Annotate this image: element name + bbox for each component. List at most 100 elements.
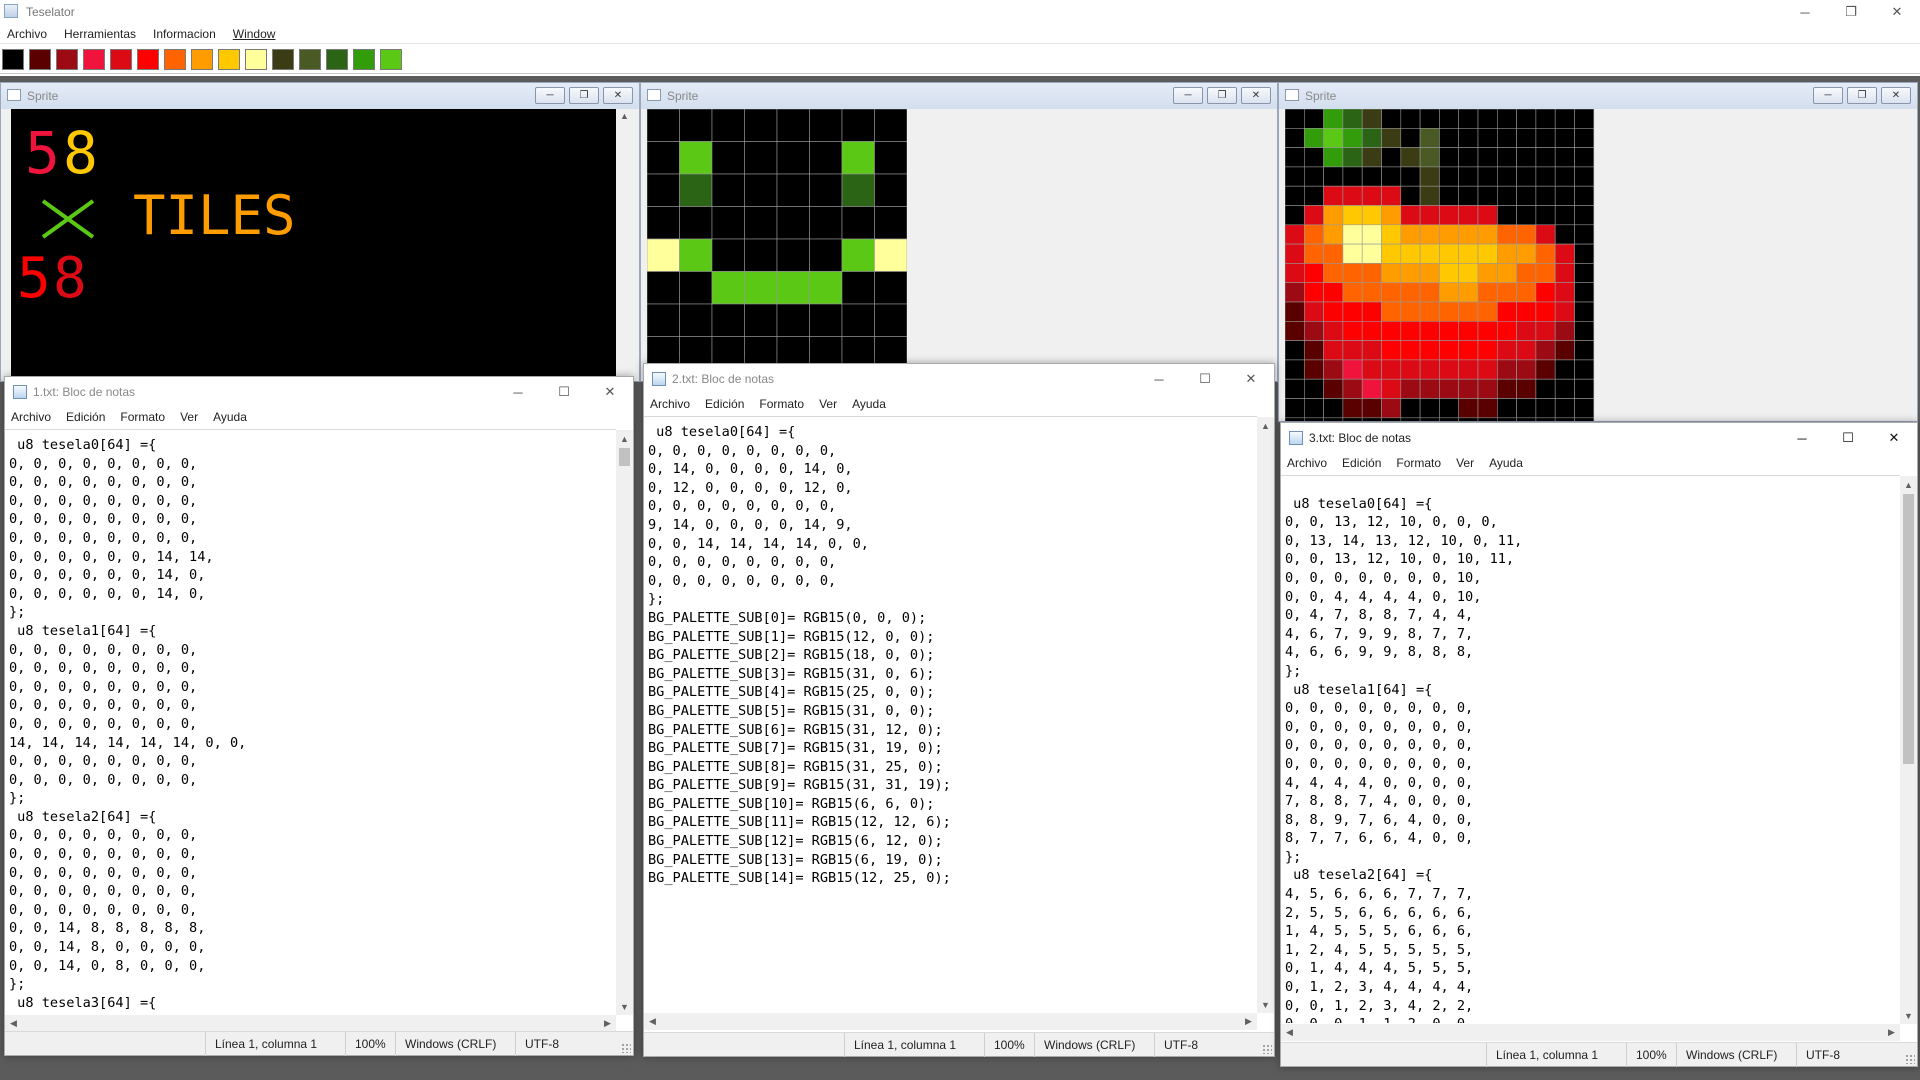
grid-cell[interactable] <box>711 271 745 305</box>
grid-cell[interactable] <box>1342 359 1363 380</box>
grid-cell[interactable] <box>744 173 778 207</box>
grid-cell[interactable] <box>1303 109 1324 129</box>
grid-cell[interactable] <box>1458 378 1479 399</box>
grid-cell[interactable] <box>1400 282 1421 303</box>
grid-cell[interactable] <box>1400 205 1421 226</box>
grid-cell[interactable] <box>1477 301 1498 322</box>
grid-cell[interactable] <box>776 206 810 240</box>
grid-cell[interactable] <box>809 303 843 337</box>
sprite-close-button[interactable]: ✕ <box>603 87 633 104</box>
grid-cell[interactable] <box>1458 147 1479 168</box>
grid-cell[interactable] <box>1439 166 1459 187</box>
grid-cell[interactable] <box>1554 321 1575 341</box>
grid-cell[interactable] <box>647 271 680 305</box>
grid-cell[interactable] <box>1285 359 1305 380</box>
grid-cell[interactable] <box>1439 243 1459 264</box>
grid-cell[interactable] <box>1439 301 1459 322</box>
grid-cell[interactable] <box>1497 263 1517 283</box>
scroll-left-icon[interactable]: ◀ <box>5 1015 22 1032</box>
grid-cell[interactable] <box>1439 205 1459 226</box>
notepad-minimize-button[interactable]: ─ <box>495 377 541 407</box>
sprite-restore-button[interactable]: ❐ <box>569 87 599 104</box>
grid-cell[interactable] <box>1516 340 1537 361</box>
grid-cell[interactable] <box>1419 185 1440 206</box>
grid-cell[interactable] <box>1323 321 1344 341</box>
grid-cell[interactable] <box>1419 127 1440 148</box>
grid-cell[interactable] <box>1285 301 1305 322</box>
grid-cell[interactable] <box>1381 378 1402 399</box>
grid-cell[interactable] <box>1574 166 1595 187</box>
palette-swatch-2[interactable] <box>56 49 78 70</box>
grid-cell[interactable] <box>1516 378 1537 399</box>
grid-cell[interactable] <box>1516 185 1537 206</box>
sprite-minimize-button[interactable]: ─ <box>1813 87 1843 104</box>
grid-cell[interactable] <box>1477 147 1498 168</box>
grid-cell[interactable] <box>1458 359 1479 380</box>
grid-cell[interactable] <box>776 141 810 175</box>
palette-swatch-9[interactable] <box>245 49 267 70</box>
menu-ayuda[interactable]: Ayuda <box>846 397 895 411</box>
grid-cell[interactable] <box>1342 340 1363 361</box>
grid-cell[interactable] <box>1381 224 1402 245</box>
grid-cell[interactable] <box>1516 263 1537 283</box>
grid-cell[interactable] <box>1554 417 1575 421</box>
grid-cell[interactable] <box>809 206 843 240</box>
grid-cell[interactable] <box>1342 398 1363 419</box>
grid-cell[interactable] <box>1400 224 1421 245</box>
grid-cell[interactable] <box>1419 109 1440 129</box>
grid-cell[interactable] <box>647 238 680 272</box>
grid-cell[interactable] <box>1439 224 1459 245</box>
menu-informacion[interactable]: Informacion <box>146 27 226 41</box>
grid-cell[interactable] <box>1516 109 1537 129</box>
grid-cell[interactable] <box>1535 263 1556 283</box>
scroll-down-icon[interactable]: ▼ <box>1900 1007 1917 1024</box>
grid-cell[interactable] <box>1361 282 1382 303</box>
resize-grip-icon[interactable] <box>621 1043 631 1053</box>
scroll-up-icon[interactable]: ▲ <box>620 111 629 121</box>
scroll-thumb[interactable] <box>619 448 630 466</box>
grid-cell[interactable] <box>1285 417 1305 421</box>
grid-cell[interactable] <box>1535 417 1556 421</box>
grid-cell[interactable] <box>1400 398 1421 419</box>
grid-cell[interactable] <box>1400 147 1421 168</box>
grid-cell[interactable] <box>1381 321 1402 341</box>
grid-cell[interactable] <box>1497 321 1517 341</box>
grid-cell[interactable] <box>1574 205 1595 226</box>
notepad-maximize-button[interactable]: ☐ <box>1182 364 1228 394</box>
grid-cell[interactable] <box>1381 417 1402 421</box>
grid-cell[interactable] <box>1497 301 1517 322</box>
grid-cell[interactable] <box>1458 205 1479 226</box>
grid-cell[interactable] <box>1477 340 1498 361</box>
grid-cell[interactable] <box>1477 185 1498 206</box>
menu-formato[interactable]: Formato <box>1390 456 1450 470</box>
grid-cell[interactable] <box>1400 417 1421 421</box>
grid-cell[interactable] <box>647 206 680 240</box>
grid-cell[interactable] <box>1497 147 1517 168</box>
grid-cell[interactable] <box>1458 417 1479 421</box>
grid-cell[interactable] <box>1303 378 1324 399</box>
grid-cell[interactable] <box>711 141 745 175</box>
grid-cell[interactable] <box>1516 359 1537 380</box>
grid-cell[interactable] <box>1361 166 1382 187</box>
grid-cell[interactable] <box>1574 398 1595 419</box>
grid-cell[interactable] <box>1458 166 1479 187</box>
grid-cell[interactable] <box>841 109 875 142</box>
grid-cell[interactable] <box>1361 359 1382 380</box>
grid-cell[interactable] <box>1535 109 1556 129</box>
grid-cell[interactable] <box>1419 321 1440 341</box>
horizontal-scrollbar[interactable]: ◀ ▶ <box>1281 1024 1900 1041</box>
grid-cell[interactable] <box>1554 282 1575 303</box>
grid-cell[interactable] <box>1497 378 1517 399</box>
menu-archivo[interactable]: Archivo <box>644 397 699 411</box>
app-minimize-button[interactable]: ─ <box>1782 0 1828 24</box>
sprite-grid-2[interactable] <box>647 109 907 379</box>
grid-cell[interactable] <box>1303 301 1324 322</box>
grid-cell[interactable] <box>1342 127 1363 148</box>
scroll-up-icon[interactable]: ▲ <box>616 430 633 447</box>
grid-cell[interactable] <box>1574 282 1595 303</box>
grid-cell[interactable] <box>1400 127 1421 148</box>
grid-cell[interactable] <box>679 109 713 142</box>
grid-cell[interactable] <box>1303 321 1324 341</box>
grid-cell[interactable] <box>1400 185 1421 206</box>
scroll-left-icon[interactable]: ◀ <box>1281 1024 1298 1041</box>
